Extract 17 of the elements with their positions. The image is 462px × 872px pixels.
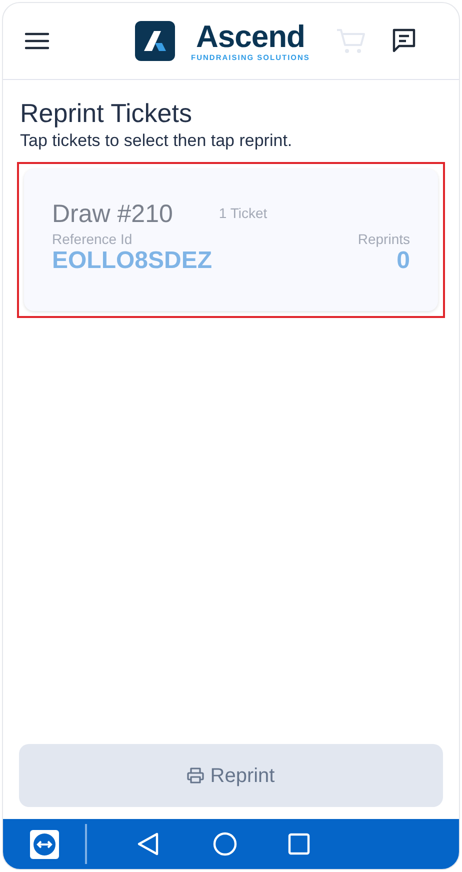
reference-label: Reference Id: [52, 231, 132, 247]
ticket-card[interactable]: Draw #210 1 Ticket Reference Id Reprints EOLLO8SDEZ 0: [24, 169, 438, 311]
logo-icon: [135, 21, 175, 61]
back-icon[interactable]: [137, 832, 159, 856]
remote-app-icon[interactable]: [30, 830, 59, 858]
draw-number: Draw #210: [52, 200, 173, 228]
menu-icon[interactable]: [25, 32, 49, 50]
recents-icon[interactable]: [288, 833, 310, 855]
reference-id: EOLLO8SDEZ: [52, 247, 212, 275]
printer-icon: [187, 767, 204, 784]
reprint-count: 0: [396, 247, 410, 275]
ticket-count: 1 Ticket: [218, 204, 268, 223]
brand-name: Ascend: [196, 20, 305, 52]
reprints-label: Reprints: [358, 231, 410, 247]
page-subtitle: Tap tickets to select then tap reprint.: [20, 130, 294, 152]
page-title: Reprint Tickets: [20, 97, 193, 129]
home-icon[interactable]: [213, 832, 237, 856]
